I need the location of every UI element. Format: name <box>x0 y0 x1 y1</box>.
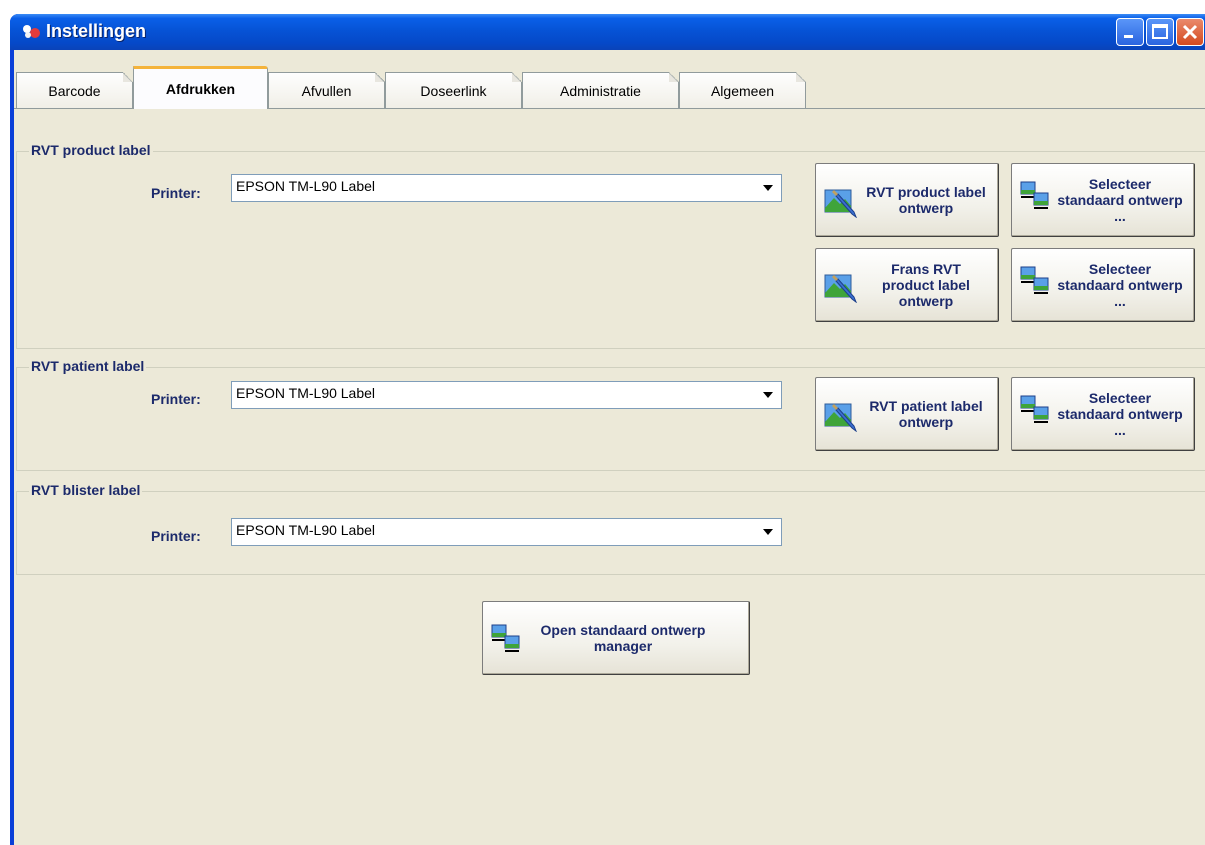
template-list-icon <box>491 624 520 652</box>
button-label: RVT product label ontwerp <box>866 184 986 216</box>
settings-window: Instellingen Barcode Afdrukken Afvullen <box>10 14 1205 845</box>
printer-value: EPSON TM-L90 Label <box>236 522 376 538</box>
close-button[interactable] <box>1176 18 1204 46</box>
printer-select[interactable]: EPSON TM-L90 Label <box>231 518 782 546</box>
product-label-group: RVT product label Printer: EPSON TM-L90 … <box>16 142 1205 349</box>
chevron-down-icon[interactable] <box>757 521 779 543</box>
button-label: Selecteer standaard ontwerp ... <box>1057 176 1183 224</box>
template-list-icon <box>1020 181 1049 209</box>
select-default-design-button[interactable]: Selecteer standaard ontwerp ... <box>1011 248 1195 322</box>
maximize-icon <box>1152 24 1168 39</box>
chevron-down-icon[interactable] <box>757 384 779 406</box>
close-icon <box>1182 24 1198 40</box>
paint-brush-icon <box>824 274 857 303</box>
app-logo-icon <box>23 25 40 38</box>
tab-label: Algemeen <box>710 82 775 99</box>
minimize-icon <box>1124 35 1133 38</box>
tab-label: Afvullen <box>301 82 352 99</box>
product-label-design-button[interactable]: RVT product label ontwerp <box>815 163 999 237</box>
tab-doseerlink[interactable]: Doseerlink <box>385 72 522 108</box>
printer-value: EPSON TM-L90 Label <box>236 385 376 401</box>
tab-afvullen[interactable]: Afvullen <box>268 72 385 108</box>
minimize-button[interactable] <box>1116 18 1144 46</box>
select-default-design-button[interactable]: Selecteer standaard ontwerp ... <box>1011 377 1195 451</box>
tab-afdrukken[interactable]: Afdrukken <box>133 66 268 109</box>
paint-brush-icon <box>824 189 857 218</box>
tab-label: Doseerlink <box>420 82 487 99</box>
french-product-label-design-button[interactable]: Frans RVT product label ontwerp <box>815 248 999 322</box>
printer-select[interactable]: EPSON TM-L90 Label <box>231 381 782 409</box>
printer-label: Printer: <box>151 185 201 201</box>
maximize-button[interactable] <box>1146 18 1174 46</box>
button-label: RVT patient label ontwerp <box>869 398 983 430</box>
group-title: RVT patient label <box>29 358 147 374</box>
template-list-icon <box>1020 395 1049 423</box>
patient-label-design-button[interactable]: RVT patient label ontwerp <box>815 377 999 451</box>
blister-label-group: RVT blister label Printer: EPSON TM-L90 … <box>16 482 1205 575</box>
title-bar[interactable]: Instellingen <box>10 14 1205 50</box>
printer-select[interactable]: EPSON TM-L90 Label <box>231 174 782 202</box>
chevron-down-icon[interactable] <box>757 177 779 199</box>
tab-strip: Barcode Afdrukken Afvullen Doseerlink Ad… <box>14 60 1205 109</box>
patient-label-group: RVT patient label Printer: EPSON TM-L90 … <box>16 358 1205 471</box>
tab-algemeen[interactable]: Algemeen <box>679 72 806 108</box>
tab-barcode[interactable]: Barcode <box>16 72 133 108</box>
button-label: Open standaard ontwerp manager <box>540 622 706 654</box>
paint-brush-icon <box>824 403 857 432</box>
printer-label: Printer: <box>151 391 201 407</box>
printer-label: Printer: <box>151 528 201 544</box>
tab-label: Administratie <box>560 82 641 99</box>
group-title: RVT blister label <box>29 482 143 498</box>
button-label: Frans RVT product label ontwerp <box>882 261 970 309</box>
tab-label: Afdrukken <box>165 81 236 97</box>
tab-administratie[interactable]: Administratie <box>522 72 679 108</box>
open-design-manager-button[interactable]: Open standaard ontwerp manager <box>482 601 750 675</box>
client-area: Barcode Afdrukken Afvullen Doseerlink Ad… <box>14 50 1205 845</box>
window-title: Instellingen <box>46 21 147 41</box>
button-label: Selecteer standaard ontwerp ... <box>1057 390 1183 438</box>
printer-value: EPSON TM-L90 Label <box>236 178 376 194</box>
group-title: RVT product label <box>29 142 153 158</box>
template-list-icon <box>1020 266 1049 294</box>
button-label: Selecteer standaard ontwerp ... <box>1057 261 1183 309</box>
select-default-design-button[interactable]: Selecteer standaard ontwerp ... <box>1011 163 1195 237</box>
tab-label: Barcode <box>48 82 101 99</box>
